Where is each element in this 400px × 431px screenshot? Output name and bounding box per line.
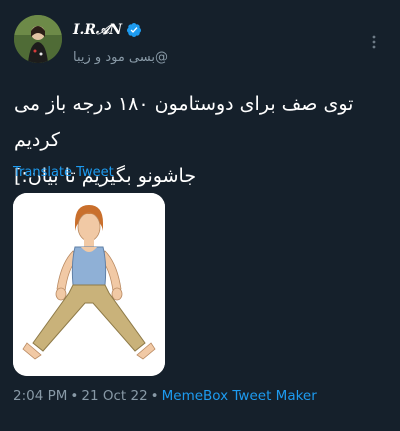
author-name-row: I.R𝒜N (73, 22, 142, 38)
avatar[interactable] (14, 15, 62, 63)
author-handle[interactable]: بسی مود و زیبا@ (73, 50, 168, 65)
tweet-time[interactable]: 2:04 PM (13, 388, 67, 404)
tweet-date[interactable]: 21 Oct 22 (81, 388, 147, 404)
tweet-meta: 2:04 PM • 21 Oct 22 • MemeBox Tweet Maker (13, 388, 317, 404)
tweet-text-line: توی صف برای دوستامون ۱۸۰ درجه باز می کرد… (14, 93, 354, 151)
meta-separator: • (70, 388, 79, 404)
tweet-source-link[interactable]: MemeBox Tweet Maker (162, 388, 317, 404)
tweet-media-image[interactable] (13, 193, 165, 376)
verified-badge-icon (127, 23, 142, 37)
meta-separator: • (150, 388, 159, 404)
author-display-name[interactable]: I.R𝒜N (73, 22, 122, 38)
more-options-icon[interactable] (366, 34, 382, 50)
cartoon-man-doing-splits-image (13, 193, 165, 376)
avatar-photo (14, 15, 62, 63)
translate-tweet-link[interactable]: Translate Tweet (13, 165, 114, 180)
